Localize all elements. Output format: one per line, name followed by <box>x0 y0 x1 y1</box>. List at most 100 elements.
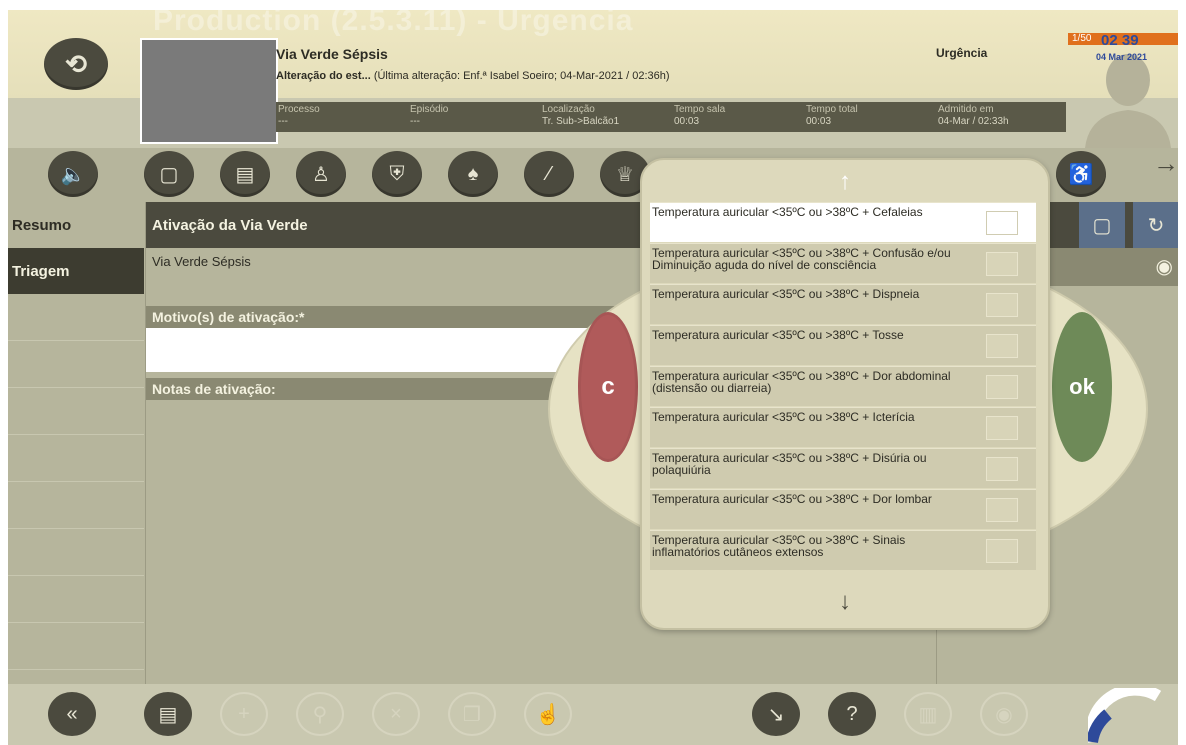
option-checkbox[interactable] <box>986 211 1018 235</box>
option-row[interactable]: Temperatura auricular <35ºC ou >38ºC + I… <box>650 407 1036 447</box>
refresh-button[interactable]: ⟲ <box>44 38 108 90</box>
scroll-up-arrow-icon[interactable]: ↑ <box>642 168 1048 196</box>
form-subtitle: Via Verde Sépsis <box>152 254 251 269</box>
pc-document-button[interactable]: ▢ <box>1079 202 1125 248</box>
lungs-button[interactable]: ♠ <box>448 151 498 197</box>
close-icon: × <box>390 702 402 725</box>
option-checkbox[interactable] <box>986 252 1018 276</box>
option-row[interactable]: Temperatura auricular <35ºC ou >38ºC + S… <box>650 530 1036 570</box>
option-label: Temperatura auricular <35ºC ou >38ºC + D… <box>652 451 927 477</box>
option-label: Temperatura auricular <35ºC ou >38ºC + C… <box>652 246 951 272</box>
status-detail: (Última alteração: Enf.ª Isabel Soeiro; … <box>373 70 670 82</box>
info-admitido: Admitido em 04-Mar / 02:33h <box>938 104 1009 127</box>
eye-icon[interactable]: ◉ <box>1156 254 1173 279</box>
body-button[interactable]: ♙ <box>296 151 346 197</box>
nurse-icon: ♕ <box>616 163 634 186</box>
plus-icon: + <box>238 702 250 725</box>
option-label: Temperatura auricular <35ºC ou >38ºC + D… <box>652 492 932 506</box>
clock-time: 02 39 <box>1101 32 1139 49</box>
option-checkbox[interactable] <box>986 375 1018 399</box>
option-label: Temperatura auricular <35ºC ou >38ºC + D… <box>652 287 920 301</box>
option-row[interactable]: Temperatura auricular <35ºC ou >38ºC + C… <box>650 243 1036 283</box>
option-checkbox[interactable] <box>986 498 1018 522</box>
scroll-down-arrow-icon[interactable]: ↓ <box>642 588 1048 616</box>
info-episodio: Episódio --- <box>410 104 449 127</box>
option-label: Temperatura auricular <35ºC ou >38ºC + T… <box>652 328 904 342</box>
patient-photo <box>140 38 278 144</box>
option-checkbox[interactable] <box>986 539 1018 563</box>
patient-name: Via Verde Sépsis <box>276 46 388 62</box>
search-add-button[interactable]: ⚲ <box>296 692 344 736</box>
audio-button[interactable]: 🔈 <box>48 151 98 197</box>
motivo-options-list: ↑ Temperatura auricular <35ºC ou >38ºC +… <box>640 158 1050 630</box>
option-label: Temperatura auricular <35ºC ou >38ºC + I… <box>652 410 915 424</box>
pc-document-icon: ▢ <box>1092 214 1112 237</box>
environment-watermark: Production (2.5.3.11) - Urgencia <box>153 10 634 37</box>
option-checkbox[interactable] <box>986 416 1018 440</box>
question-icon: ? <box>846 702 858 725</box>
body-icon: ♙ <box>312 163 330 186</box>
option-label: Temperatura auricular <35ºC ou >38ºC + C… <box>652 205 923 219</box>
back-button[interactable]: « <box>48 692 96 736</box>
episode-info-strip: Processo --- Episódio --- Localização Tr. S… <box>276 102 1066 132</box>
option-row[interactable]: Temperatura auricular <35ºC ou >38ºC + D… <box>650 284 1036 324</box>
syringe-icon: ⁄ <box>547 162 551 185</box>
rotate-button[interactable]: ↻ <box>1133 202 1178 248</box>
status-strong: Alteração do est... <box>276 70 371 82</box>
add-button[interactable]: + <box>220 692 268 736</box>
option-checkbox[interactable] <box>986 334 1018 358</box>
view-button[interactable]: ◉ <box>980 692 1028 736</box>
ok-button[interactable]: ok <box>1052 312 1112 462</box>
document-icon: ▢ <box>159 163 179 186</box>
wheelchair-button[interactable]: ♿ <box>1056 151 1106 197</box>
finger-icon: ☝ <box>535 703 561 726</box>
option-label: Temperatura auricular <35ºC ou >38ºC + D… <box>652 369 951 395</box>
vitals-button[interactable]: ⛨ <box>372 151 422 197</box>
refresh-icon: ⟲ <box>65 48 87 79</box>
print-button[interactable]: ▤ <box>220 151 270 197</box>
bottom-bar: « ▤ + ⚲ × ❐ ☝ ↘ ? ▥ ◉ <box>8 684 1178 745</box>
info-localizacao: Localização Tr. Sub->Balcão1 <box>542 104 620 127</box>
wheelchair-icon: ♿ <box>1068 163 1094 186</box>
double-arrow-left-icon: « <box>66 702 78 725</box>
eye-icon: ◉ <box>995 703 1013 726</box>
speaker-icon: 🔈 <box>60 163 86 186</box>
injection-button[interactable]: ⁄ <box>524 151 574 197</box>
book-icon: ▥ <box>918 703 938 726</box>
copy-button[interactable]: ❐ <box>448 692 496 736</box>
option-row[interactable]: Temperatura auricular <35ºC ou >38ºC + C… <box>650 202 1036 242</box>
printer-icon: ▤ <box>158 703 178 726</box>
document-button[interactable]: ▢ <box>144 151 194 197</box>
nav-triagem[interactable]: Triagem <box>8 248 144 294</box>
clock-arc-icon <box>1088 688 1162 744</box>
rotate-icon: ↻ <box>1147 214 1165 237</box>
option-row[interactable]: Temperatura auricular <35ºC ou >38ºC + D… <box>650 366 1036 406</box>
option-label: Temperatura auricular <35ºC ou >38ºC + S… <box>652 533 906 559</box>
delete-button[interactable]: × <box>372 692 420 736</box>
lungs-icon: ♠ <box>467 162 479 185</box>
option-checkbox[interactable] <box>986 293 1018 317</box>
info-tempo-sala: Tempo sala 00:03 <box>674 104 726 127</box>
tap-button[interactable]: ☝ <box>524 692 572 736</box>
next-arrow-icon[interactable]: → <box>1153 148 1178 179</box>
print-report-button[interactable]: ▤ <box>144 692 192 736</box>
option-row[interactable]: Temperatura auricular <35ºC ou >38ºC + D… <box>650 448 1036 488</box>
exit-button[interactable]: ↘ <box>752 692 800 736</box>
manual-button[interactable]: ▥ <box>904 692 952 736</box>
copy-icon: ❐ <box>463 703 481 726</box>
cancel-button[interactable]: c <box>578 312 638 462</box>
info-tempo-total: Tempo total 00:03 <box>806 104 858 127</box>
clock-date: 04 Mar 2021 <box>1096 52 1148 62</box>
printer-icon: ▤ <box>235 163 255 186</box>
option-row[interactable]: Temperatura auricular <35ºC ou >38ºC + T… <box>650 325 1036 365</box>
help-button[interactable]: ? <box>828 692 876 736</box>
patient-header: Production (2.5.3.11) - Urgencia ⟲ Via V… <box>8 10 1178 148</box>
search-icon: ⚲ <box>312 703 328 726</box>
option-row[interactable]: Temperatura auricular <35ºC ou >38ºC + D… <box>650 489 1036 529</box>
patient-status: Alteração do est... (Última alteração: E… <box>276 70 670 82</box>
nav-empty-slots <box>8 294 144 684</box>
option-checkbox[interactable] <box>986 457 1018 481</box>
nav-resumo[interactable]: Resumo <box>8 202 144 248</box>
episode-type: Urgência <box>936 46 988 60</box>
info-processo: Processo --- <box>278 104 320 127</box>
